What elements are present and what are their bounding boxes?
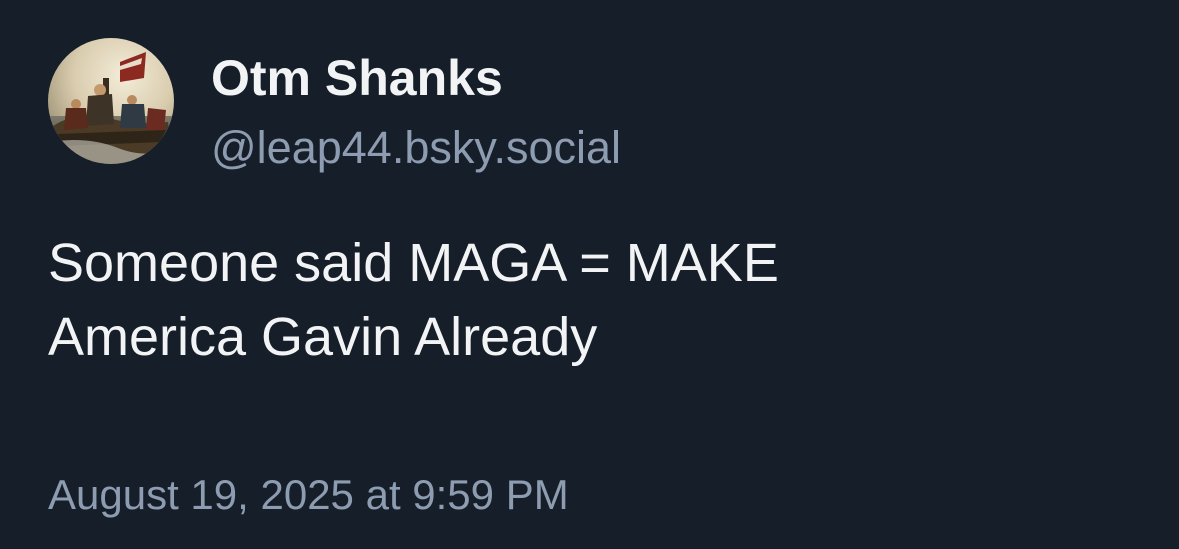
- author-avatar[interactable]: [48, 38, 174, 164]
- post-card: Otm Shanks @leap44.bsky.social Someone s…: [0, 0, 1179, 549]
- author-display-name[interactable]: Otm Shanks: [211, 48, 503, 108]
- author-handle[interactable]: @leap44.bsky.social: [211, 120, 621, 176]
- post-body-text: Someone said MAGA = MAKE America Gavin A…: [48, 226, 1128, 374]
- post-text-line: Someone said MAGA = MAKE: [48, 233, 779, 293]
- post-timestamp: August 19, 2025 at 9:59 PM: [48, 471, 569, 518]
- avatar-painting-image: [48, 38, 174, 164]
- post-text-line: America Gavin Already: [48, 307, 598, 367]
